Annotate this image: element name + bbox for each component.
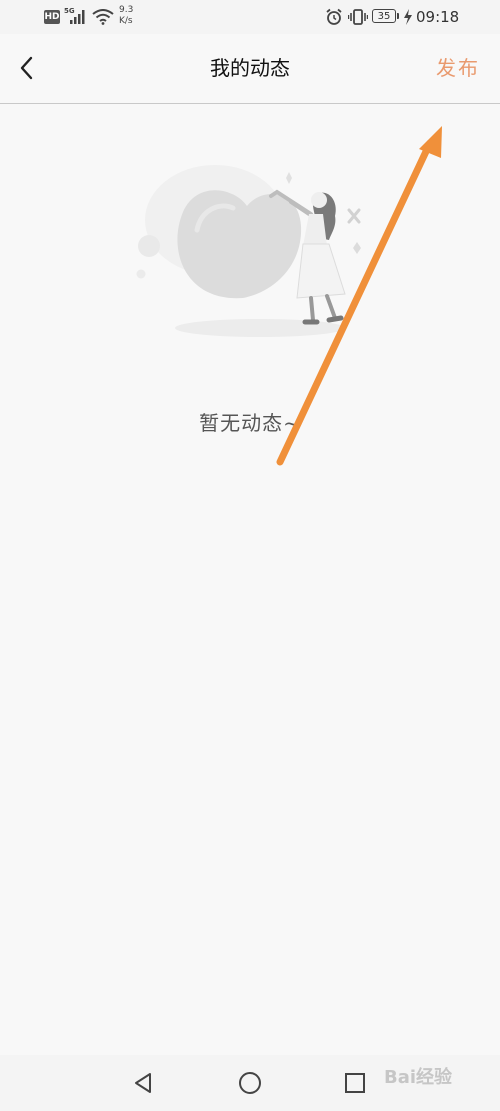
battery-cap [397, 13, 399, 19]
speed-unit: K/s [119, 16, 133, 26]
back-button[interactable] [10, 51, 44, 85]
page-title: 我的动态 [210, 56, 290, 80]
network-speed: 9.3 K/s [119, 5, 133, 27]
alarm-icon [326, 8, 342, 25]
status-bar: HD 5G 9.3 K/s 35 09:18 [0, 0, 500, 34]
empty-state-illustration [136, 165, 361, 337]
wifi-icon [92, 9, 114, 25]
watermark-text: Bai经验 [384, 1067, 453, 1088]
empty-state-text: 暂无动态~ [199, 411, 301, 435]
clock-time: 09:18 [416, 8, 460, 26]
speed-value: 9.3 [119, 5, 134, 15]
nav-recent-button[interactable] [340, 1068, 370, 1098]
vibrate-icon [348, 9, 368, 25]
publish-button[interactable]: 发布 [436, 34, 480, 103]
hd-badge: HD [44, 10, 60, 24]
charging-bolt-icon [404, 9, 412, 25]
battery-indicator: 35 [372, 9, 396, 23]
chevron-left-icon [20, 56, 33, 80]
square-recent-icon [345, 1073, 365, 1093]
circle-home-icon [239, 1072, 261, 1094]
app-header: 我的动态 发布 [0, 34, 500, 104]
signal-icon [70, 10, 85, 24]
nav-home-button[interactable] [235, 1068, 265, 1098]
nav-back-button[interactable] [128, 1068, 158, 1098]
triangle-back-icon [135, 1073, 151, 1093]
